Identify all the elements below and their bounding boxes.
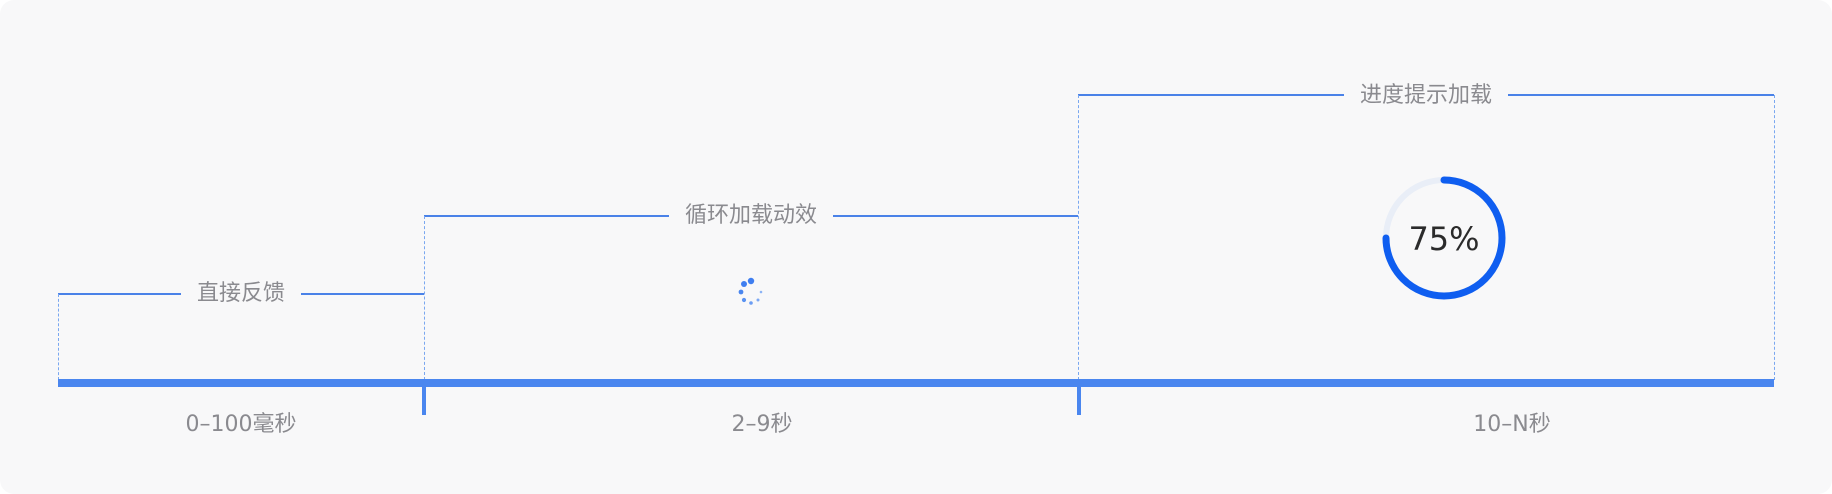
diagram-panel: 直接反馈 循环加载动效 进度提示加载 0–100毫秒 2–9秒 10–N秒 75…: [0, 0, 1832, 494]
progress-ring: 75%: [1382, 176, 1506, 300]
indicators-layer: 75%: [738, 176, 1506, 305]
loading-spinner-icon: [738, 277, 763, 305]
progress-percentage: 75%: [1408, 220, 1479, 258]
